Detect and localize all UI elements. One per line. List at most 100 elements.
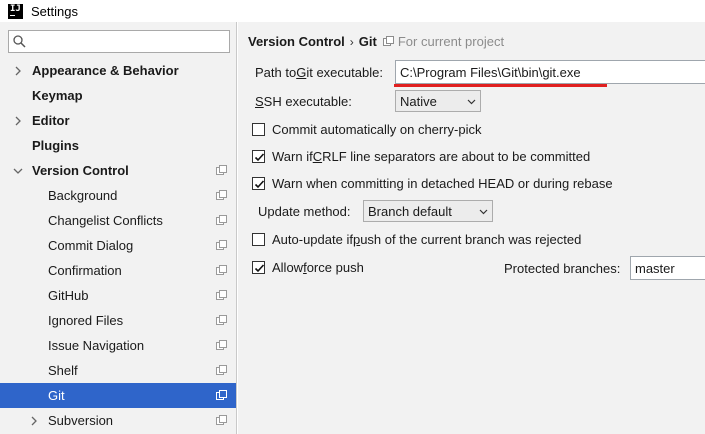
tree-item-label: Subversion [48, 413, 114, 428]
tree-item-appearance-behavior[interactable]: Appearance & Behavior [0, 58, 236, 83]
chevron-right-icon[interactable] [13, 66, 23, 76]
warn-crlf-label-pre: Warn if [272, 149, 313, 164]
checkbox-box[interactable] [252, 233, 265, 246]
search-icon [13, 35, 26, 48]
settings-content: Version Control › Git For current projec… [238, 22, 705, 434]
project-scope-icon [216, 240, 227, 250]
tree-item-issue-navigation[interactable]: Issue Navigation [0, 333, 236, 358]
auto-update-label-pre: Auto-update if [272, 232, 353, 247]
tree-item-plugins[interactable]: Plugins [0, 133, 236, 158]
chevron-down-icon [467, 99, 476, 104]
allow-force-push-label-post: orce push [306, 260, 364, 275]
project-scope-icon [216, 390, 227, 400]
project-scope-icon [216, 365, 227, 375]
checkbox-box[interactable] [252, 261, 265, 274]
tree-item-label: Issue Navigation [48, 338, 145, 353]
commit-cherry-pick-label: Commit automatically on cherry-pick [272, 122, 482, 137]
project-scope-icon [216, 190, 227, 200]
tree-item-confirmation[interactable]: Confirmation [0, 258, 236, 283]
tree-item-background[interactable]: Background [0, 183, 236, 208]
allow-force-push-checkbox[interactable]: Allow f orce push [252, 260, 364, 275]
tree-item-keymap[interactable]: Keymap [0, 83, 236, 108]
tree-item-label: Keymap [32, 88, 83, 103]
protected-branches-label: Protected branches: [504, 261, 620, 276]
checkmark-icon [254, 264, 265, 273]
tree-item-shelf[interactable]: Shelf [0, 358, 236, 383]
path-to-git-label: Path to Git executable: [255, 65, 383, 80]
path-label-pre: Path to [255, 65, 297, 80]
tree-item-editor[interactable]: Editor [0, 108, 236, 133]
ssh-label-mnemonic: S [255, 94, 264, 109]
project-scope-icon [216, 315, 227, 325]
protected-branches-label-text: Protected branches: [504, 261, 621, 276]
warn-crlf-mnemonic: C [312, 149, 323, 164]
git-executable-path-field[interactable]: C:\Program Files\Git\bin\git.exe [395, 60, 705, 84]
tree-item-ignored-files[interactable]: Ignored Files [0, 308, 236, 333]
tree-item-commit-dialog[interactable]: Commit Dialog [0, 233, 236, 258]
update-method-label: Update method: [258, 204, 351, 219]
highlight-underline [394, 84, 607, 87]
breadcrumb-parent[interactable]: Version Control [248, 34, 345, 49]
tree-item-label: Appearance & Behavior [32, 63, 179, 78]
ssh-label-post: SH executable: [263, 94, 352, 109]
update-method-value: Branch default [368, 203, 452, 219]
ssh-executable-dropdown[interactable]: Native [395, 90, 481, 112]
checkbox-box[interactable] [252, 123, 265, 136]
tree-item-github[interactable]: GitHub [0, 283, 236, 308]
window-title: Settings [31, 3, 78, 19]
warn-crlf-label-post: RLF line separators are about to be comm… [322, 149, 591, 164]
settings-tree: Appearance & Behavior Keymap Editor Plugins… [0, 58, 236, 433]
tree-item-label: Version Control [32, 163, 129, 178]
chevron-right-icon[interactable] [13, 116, 23, 126]
breadcrumb-current: Git [358, 34, 377, 49]
commit-cherry-pick-checkbox[interactable]: Commit automatically on cherry-pick [252, 122, 482, 137]
project-scope-icon [216, 165, 227, 175]
search-input[interactable] [29, 33, 225, 50]
breadcrumb-scope: For current project [397, 34, 505, 49]
tree-item-label: GitHub [48, 288, 89, 303]
project-scope-icon [216, 415, 227, 425]
tree-item-label: Shelf [48, 363, 78, 378]
project-scope-icon [216, 215, 227, 225]
checkmark-icon [254, 180, 265, 189]
breadcrumb-separator: › [349, 34, 354, 49]
settings-search-box[interactable] [8, 30, 230, 53]
project-scope-icon [382, 36, 394, 46]
title-bar: IJ Settings [0, 0, 705, 22]
update-method-label-text: Update method: [258, 204, 351, 219]
tree-item-label: Git [48, 388, 65, 403]
project-scope-icon [216, 265, 227, 275]
warn-crlf-checkbox[interactable]: Warn if C RLF line separators are about t… [252, 149, 590, 164]
ssh-executable-value: Native [400, 93, 437, 109]
path-label-mnemonic: G [296, 65, 307, 80]
tree-item-label: Ignored Files [48, 313, 124, 328]
tree-item-label: Confirmation [48, 263, 122, 278]
ssh-executable-label: S SH executable: [255, 94, 352, 109]
intellij-app-icon: IJ [8, 3, 23, 19]
tree-item-label: Changelist Conflicts [48, 213, 163, 228]
auto-update-mnemonic: p [352, 232, 361, 247]
chevron-down-icon[interactable] [13, 166, 23, 176]
chevron-right-icon[interactable] [29, 416, 39, 426]
tree-item-label: Plugins [32, 138, 79, 153]
protected-branches-field[interactable]: master [630, 256, 705, 280]
checkbox-box[interactable] [252, 177, 265, 190]
tree-item-label: Editor [32, 113, 70, 128]
auto-update-checkbox[interactable]: Auto-update if p ush of the current branc… [252, 232, 581, 247]
tree-item-changelist-conflicts[interactable]: Changelist Conflicts [0, 208, 236, 233]
tree-item-label: Background [48, 188, 118, 203]
warn-detached-head-checkbox[interactable]: Warn when committing in detached HEAD or… [252, 176, 613, 191]
warn-detached-label: Warn when committing in detached HEAD or… [272, 176, 613, 191]
project-scope-icon [216, 290, 227, 300]
auto-update-label-post: ush of the current branch was rejected [360, 232, 582, 247]
allow-force-push-label-pre: Allow [272, 260, 304, 275]
update-method-dropdown[interactable]: Branch default [363, 200, 493, 222]
breadcrumb: Version Control › Git For current projec… [248, 34, 504, 49]
path-label-post: it executable: [306, 65, 383, 80]
tree-item-version-control[interactable]: Version Control [0, 158, 236, 183]
checkbox-box[interactable] [252, 150, 265, 163]
tree-item-git[interactable]: Git [0, 383, 236, 408]
tree-item-subversion[interactable]: Subversion [0, 408, 236, 433]
checkmark-icon [254, 153, 265, 162]
tree-item-label: Commit Dialog [48, 238, 134, 253]
